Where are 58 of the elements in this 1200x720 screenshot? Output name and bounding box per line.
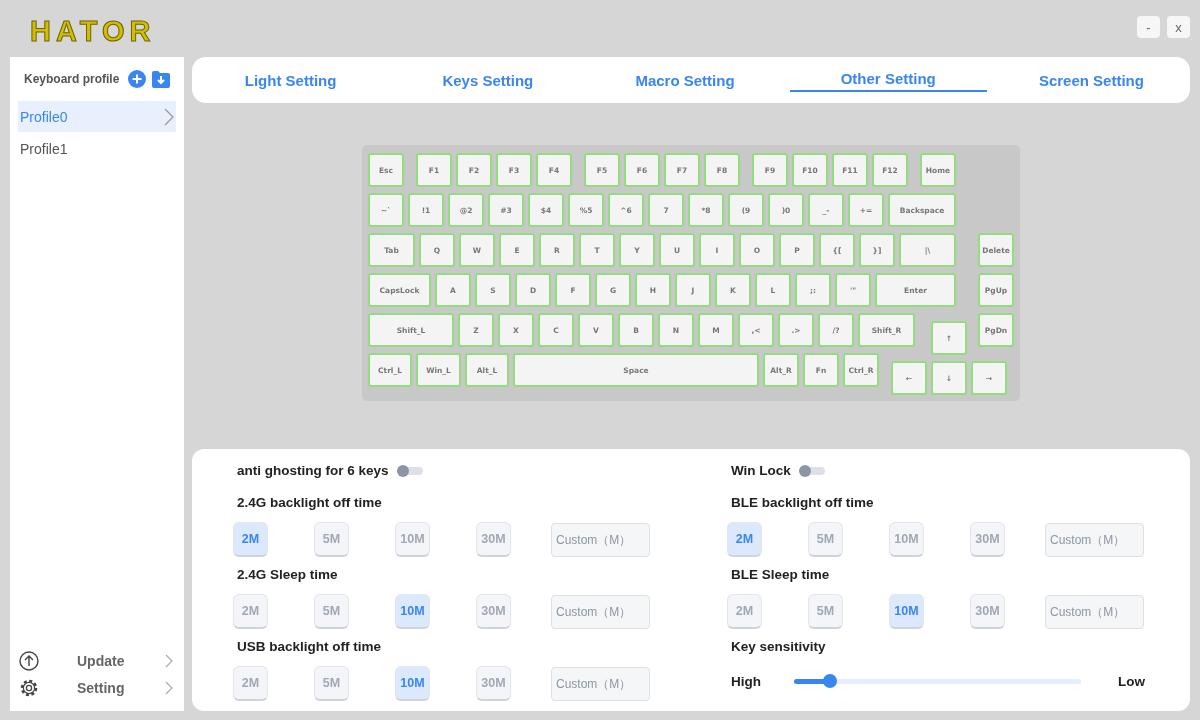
option-button[interactable]: 10M [395,522,430,557]
folder-download-icon[interactable] [152,70,171,88]
option-button[interactable]: 30M [476,522,511,557]
setting-label: Win Lock [731,462,791,480]
chevron-icon [165,680,173,695]
profile-item[interactable]: Profile1 [18,133,176,164]
close-button[interactable]: x [1167,16,1190,38]
option-button[interactable]: 5M [808,522,843,557]
toggle-switch[interactable] [800,467,825,475]
sidebar-link[interactable]: Setting [77,679,165,696]
option-button[interactable]: 2M [727,594,762,629]
add-icon[interactable] [128,70,147,88]
tab[interactable]: Screen Setting [992,57,1190,103]
option-button[interactable]: 2M [233,594,268,629]
tab[interactable]: Other Setting [789,57,987,92]
sidebar-title: Keyboard profile [24,72,120,86]
setting-label: BLE Sleep time [730,566,831,584]
option-button[interactable]: 2M [233,666,268,701]
option-button[interactable]: 10M [889,522,924,557]
chevron-icon [164,107,174,126]
custom-field[interactable]: Custom（M） [551,522,650,557]
setting-label: BLE backlight off time [730,494,875,512]
option-button[interactable]: 5M [314,666,349,701]
tab[interactable]: Keys Setting [389,57,587,103]
settings-icon [19,677,39,698]
setting-label: Key sensitivity [730,638,827,656]
option-button[interactable]: 30M [476,666,511,701]
option-button[interactable]: 2M [727,522,762,557]
toggle-switch[interactable] [398,467,423,475]
custom-field[interactable]: Custom（M） [1045,594,1144,629]
option-button[interactable]: 5M [314,522,349,557]
option-button[interactable]: 5M [808,594,843,629]
custom-field[interactable]: Custom（M） [551,594,650,629]
slider-thumb[interactable] [822,674,837,688]
option-button[interactable]: 10M [395,594,430,629]
custom-field[interactable]: Custom（M） [551,666,650,701]
sidebar-link[interactable]: Update [77,652,165,669]
option-button[interactable]: 5M [314,594,349,629]
setting-label: USB backlight off time [236,638,382,656]
option-button[interactable]: 2M [233,522,268,557]
chevron-icon [165,653,173,668]
option-button[interactable]: 30M [970,522,1005,557]
option-button[interactable]: 30M [970,594,1005,629]
option-button[interactable]: 10M [395,666,430,701]
setting-label: anti ghosting for 6 keys [237,462,389,480]
option-button[interactable]: 30M [476,594,511,629]
upload-icon [19,650,39,671]
slider-label: Low [1118,673,1145,689]
slider-label: High [731,673,762,689]
logo: HATOR [30,15,156,47]
option-button[interactable]: 10M [889,594,924,629]
setting-label: 2.4G Sleep time [236,566,339,584]
profile-item[interactable]: Profile0 [18,101,176,132]
tab[interactable]: Macro Setting [586,57,784,103]
minimize-button[interactable]: - [1137,16,1160,38]
setting-label: 2.4G backlight off time [236,494,383,512]
custom-field[interactable]: Custom（M） [1045,522,1144,557]
tab[interactable]: Light Setting [192,57,390,103]
